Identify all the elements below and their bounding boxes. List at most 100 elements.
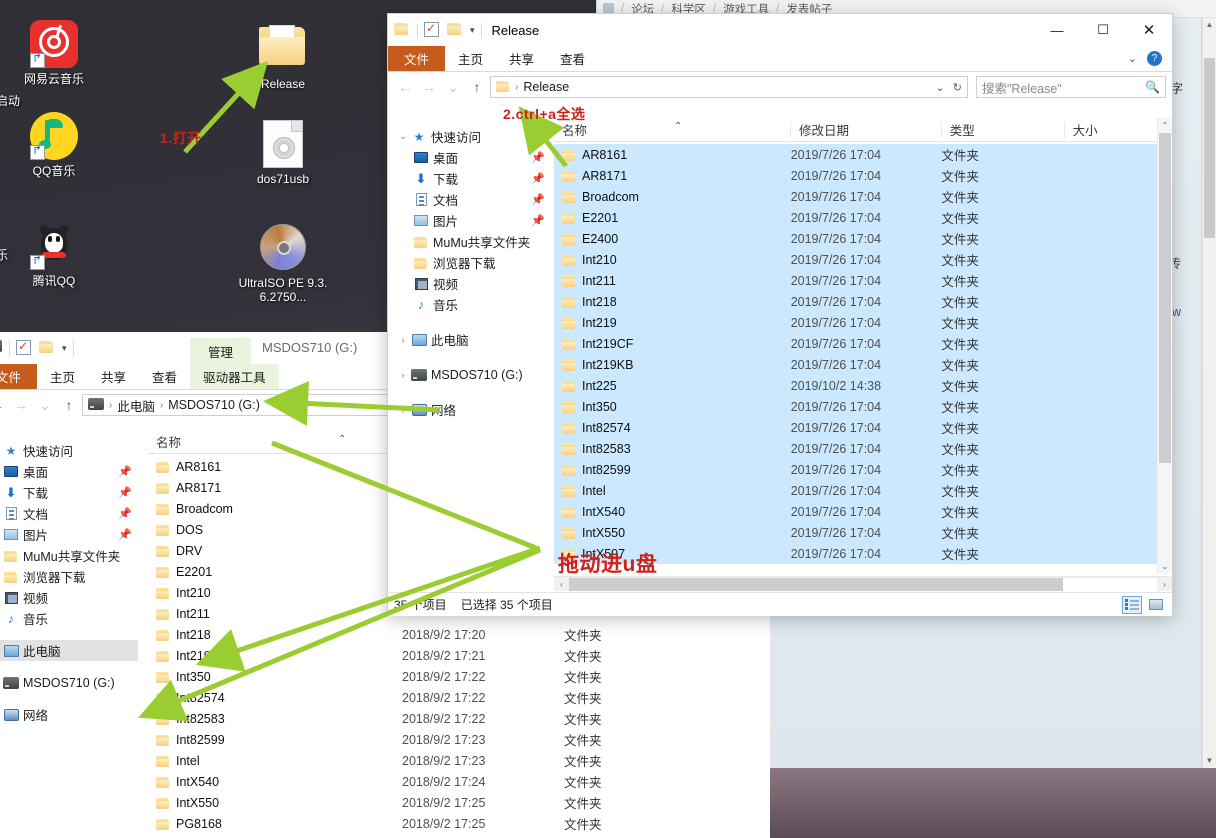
nav-item-msdos710[interactable]: MSDOS710 (G:)	[0, 672, 138, 693]
column-header-size[interactable]: 大小	[1064, 122, 1157, 138]
nav-item-videos[interactable]: 视频	[396, 273, 551, 294]
table-row[interactable]: AR81712019/7/26 17:04文件夹	[554, 165, 1157, 186]
back-button[interactable]: ←	[394, 76, 416, 98]
browser-scrollbar[interactable]: ▲ ▼	[1202, 18, 1216, 768]
pin-icon[interactable]: 📌	[531, 193, 545, 206]
ribbon-tabs[interactable]: 文件 主页 共享 查看 ⌄ ?	[388, 46, 1172, 72]
back-button[interactable]: ←	[0, 394, 8, 416]
navigation-pane[interactable]: ⌄ ★ 快速访问 桌面 📌 ⬇ 下载 📌 文档 📌 图片 📌 MuMu共享文件夹	[396, 126, 551, 420]
expander-icon[interactable]: ⌄	[396, 131, 410, 142]
tab-home[interactable]: 主页	[445, 46, 496, 71]
table-row[interactable]: Int3502019/7/26 17:04文件夹	[554, 396, 1157, 417]
tab-view[interactable]: 查看	[139, 364, 190, 389]
address-bar[interactable]: › Release ⌄ ↻	[490, 76, 968, 98]
breadcrumb-this-pc[interactable]: 此电脑	[117, 396, 155, 415]
pin-icon[interactable]: 📌	[531, 172, 545, 185]
table-row[interactable]: Int825832018/9/2 17:22文件夹	[148, 708, 770, 729]
pin-icon[interactable]: 📌	[531, 151, 545, 164]
nav-item-pictures[interactable]: 图片 📌	[396, 210, 551, 231]
table-row[interactable]: Int825992019/7/26 17:04文件夹	[554, 459, 1157, 480]
maximize-button[interactable]: ☐	[1080, 14, 1126, 46]
nav-item-music[interactable]: ♪ 音乐	[396, 294, 551, 315]
nav-item-pictures[interactable]: 图片 📌	[0, 524, 138, 545]
nav-item-network[interactable]: 网络	[0, 704, 138, 725]
expander-icon[interactable]: ›	[396, 370, 410, 380]
table-row[interactable]: E22012019/7/26 17:04文件夹	[554, 207, 1157, 228]
window-title-bar[interactable]: ▾ Release — ☐ ✕	[388, 14, 1172, 46]
table-row[interactable]: PG81682018/9/2 17:25文件夹	[148, 813, 770, 834]
expander-icon[interactable]: ›	[396, 405, 410, 415]
scroll-down-icon[interactable]: ▼	[1203, 754, 1216, 768]
nav-item-browser-downloads[interactable]: 浏览器下载	[0, 566, 138, 587]
navigation-pane[interactable]: ★ 快速访问 桌面 📌 ⬇ 下载 📌 文档 📌 图片 📌 MuMu共享文件夹	[0, 440, 138, 725]
chevron-down-icon[interactable]: ⌄	[1128, 52, 1137, 65]
close-button[interactable]: ✕	[1126, 14, 1172, 46]
tab-home[interactable]: 主页	[37, 364, 88, 389]
scroll-left-icon[interactable]: ‹	[554, 580, 569, 589]
forward-button[interactable]: →	[10, 394, 32, 416]
nav-item-network[interactable]: › 网络	[396, 399, 551, 420]
nav-item-mumu-shared[interactable]: MuMu共享文件夹	[396, 231, 551, 252]
pin-icon[interactable]: 📌	[118, 486, 132, 499]
table-row[interactable]: Intel2019/7/26 17:04文件夹	[554, 480, 1157, 501]
column-header-name[interactable]: 名称	[148, 434, 388, 450]
nav-item-mumu-shared[interactable]: MuMu共享文件夹	[0, 545, 138, 566]
quick-access-toolbar[interactable]: ▾	[394, 22, 482, 39]
table-row[interactable]: Int219CF2019/7/26 17:04文件夹	[554, 333, 1157, 354]
column-headers[interactable]: 名称 修改日期 类型 大小 ⌃	[554, 118, 1157, 142]
scroll-thumb[interactable]	[1204, 58, 1215, 238]
breadcrumb-release[interactable]: Release	[523, 80, 569, 94]
chevron-down-icon[interactable]: ▾	[62, 343, 67, 354]
details-view-button[interactable]	[1122, 596, 1142, 614]
tab-share[interactable]: 共享	[496, 46, 547, 71]
pin-icon[interactable]: 📌	[531, 214, 545, 227]
refresh-icon[interactable]: ↻	[953, 81, 962, 94]
table-row[interactable]: Int825992018/9/2 17:23文件夹	[148, 729, 770, 750]
table-row[interactable]: IntX5402018/9/2 17:24文件夹	[148, 771, 770, 792]
tab-file[interactable]: 文件	[388, 46, 445, 71]
view-mode-buttons[interactable]	[1122, 596, 1172, 614]
scroll-thumb[interactable]	[569, 578, 1063, 591]
scroll-down-icon[interactable]: ⌄	[1158, 559, 1172, 574]
horizontal-scrollbar[interactable]: ‹ ›	[554, 576, 1172, 591]
nav-item-quick-access[interactable]: ⌄ ★ 快速访问	[396, 126, 551, 147]
table-row[interactable]: E24002019/7/26 17:04文件夹	[554, 228, 1157, 249]
table-row[interactable]: Broadcom2019/7/26 17:04文件夹	[554, 186, 1157, 207]
nav-item-desktop[interactable]: 桌面 📌	[0, 461, 138, 482]
table-row[interactable]: IntX5502019/7/26 17:04文件夹	[554, 522, 1157, 543]
table-row[interactable]: Int2182018/9/2 17:20文件夹	[148, 624, 770, 645]
search-input[interactable]: 搜索"Release" 🔍	[976, 76, 1166, 98]
quick-access-toolbar[interactable]: ▾	[0, 340, 74, 357]
tab-file[interactable]: 文件	[0, 364, 37, 389]
recent-locations-button[interactable]: ⌄	[34, 394, 56, 416]
scroll-up-icon[interactable]: ⌃	[1158, 118, 1172, 133]
table-row[interactable]: Int2112019/7/26 17:04文件夹	[554, 270, 1157, 291]
table-row[interactable]: Int825832019/7/26 17:04文件夹	[554, 438, 1157, 459]
desktop-icon-netease-music[interactable]: 网易云音乐	[8, 20, 100, 86]
desktop-icon-ultraiso[interactable]: UltraISO PE 9.3.6.2750...	[237, 224, 329, 304]
column-header-type[interactable]: 类型	[941, 122, 1064, 138]
table-row[interactable]: Int3502018/9/2 17:22文件夹	[148, 666, 770, 687]
scroll-right-icon[interactable]: ›	[1157, 580, 1172, 589]
nav-item-documents[interactable]: 文档 📌	[0, 503, 138, 524]
vertical-scrollbar[interactable]: ⌃ ⌄	[1157, 118, 1172, 574]
minimize-button[interactable]: —	[1034, 14, 1080, 46]
nav-item-desktop[interactable]: 桌面 📌	[396, 147, 551, 168]
file-list-release[interactable]: AR81612019/7/26 17:04文件夹AR81712019/7/26 …	[554, 144, 1157, 574]
window-controls[interactable]: — ☐ ✕	[1034, 14, 1172, 46]
search-icon[interactable]: 🔍	[1145, 80, 1160, 94]
tab-share[interactable]: 共享	[88, 364, 139, 389]
recent-locations-button[interactable]: ⌄	[442, 76, 464, 98]
help-icon[interactable]: ?	[1147, 51, 1162, 66]
scroll-thumb[interactable]	[1159, 133, 1171, 463]
address-toolbar[interactable]: ← → ⌄ ↑ › Release ⌄ ↻ 搜索"Release" 🔍	[388, 72, 1172, 102]
scroll-up-icon[interactable]: ▲	[1203, 18, 1216, 32]
address-dropdown-icon[interactable]: ⌄	[936, 81, 945, 94]
table-row[interactable]: Int219KB2019/7/26 17:04文件夹	[554, 354, 1157, 375]
breadcrumb-drive[interactable]: MSDOS710 (G:)	[168, 398, 260, 412]
new-folder-icon[interactable]	[39, 340, 56, 357]
chevron-down-icon[interactable]: ▾	[470, 25, 475, 36]
nav-item-this-pc[interactable]: › 此电脑	[396, 329, 551, 350]
nav-item-browser-downloads[interactable]: 浏览器下载	[396, 252, 551, 273]
pin-icon[interactable]: 📌	[118, 507, 132, 520]
